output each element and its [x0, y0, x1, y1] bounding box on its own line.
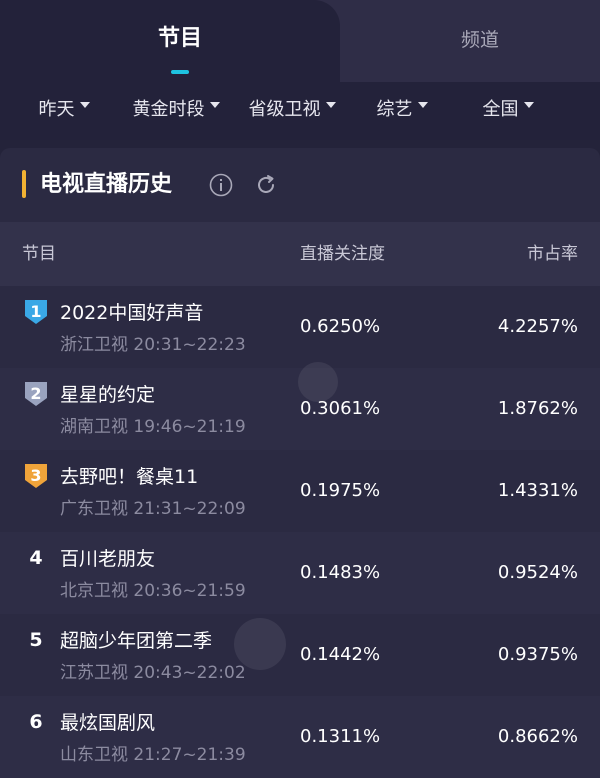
rank-2-badge-icon: 2	[25, 382, 47, 406]
filter-genre-label: 综艺	[376, 99, 413, 120]
rank-3-badge-icon: 3	[25, 464, 47, 488]
column-header-attention[interactable]: 直播关注度	[300, 222, 385, 286]
table-header: 节目 直播关注度 市占率	[0, 222, 600, 286]
attention-value: 0.3061%	[300, 398, 381, 419]
share-value: 1.8762%	[497, 398, 578, 419]
filter-timeslot-label: 黄金时段	[132, 99, 205, 120]
filter-timeslot-dropdown[interactable]: 黄金时段	[122, 82, 230, 134]
tab-channels-label: 频道	[460, 28, 499, 51]
attention-value: 0.1975%	[300, 480, 381, 501]
info-icon[interactable]	[209, 173, 233, 197]
active-tab-indicator	[171, 70, 189, 74]
caret-down-icon	[325, 102, 336, 108]
filter-bar: 昨天 黄金时段 省级卫视 综艺 全国	[0, 82, 600, 140]
program-name: 星星的约定	[60, 384, 156, 406]
share-value: 0.9524%	[497, 562, 578, 583]
column-header-share[interactable]: 市占率	[527, 222, 578, 286]
filter-channel-type-label: 省级卫视	[248, 99, 321, 120]
caret-down-icon	[417, 102, 428, 108]
attention-value: 0.1483%	[300, 562, 381, 583]
svg-text:3: 3	[30, 466, 41, 485]
program-name: 去野吧！餐桌11	[60, 466, 199, 488]
refresh-icon[interactable]	[254, 173, 278, 197]
program-name: 百川老朋友	[60, 548, 156, 570]
caret-down-icon	[523, 102, 534, 108]
tab-programs-label: 节目	[157, 26, 202, 51]
filter-region-dropdown[interactable]: 全国	[464, 82, 552, 134]
program-name: 2022中国好声音	[60, 302, 204, 324]
table-row[interactable]: 4 百川老朋友 北京卫视 20:36~21:59 0.1483% 0.9524%	[0, 532, 600, 614]
program-channel-time: 广东卫视 21:31~22:09	[60, 499, 246, 519]
table-row[interactable]: 3 去野吧！餐桌11 广东卫视 21:31~22:09 0.1975% 1.43…	[0, 450, 600, 532]
attention-value: 0.1311%	[300, 726, 381, 747]
share-value: 0.9375%	[497, 644, 578, 665]
attention-value: 0.6250%	[300, 316, 381, 337]
program-channel-time: 湖南卫视 19:46~21:19	[60, 417, 246, 437]
program-name: 超脑少年团第二季	[60, 630, 213, 652]
table-row[interactable]: 6 最炫国剧风 山东卫视 21:27~21:39 0.1311% 0.8662%	[0, 696, 600, 778]
program-channel-time: 浙江卫视 20:31~22:23	[60, 335, 246, 355]
section-header: 电视直播历史	[0, 148, 600, 222]
rank-1-badge-icon: 1	[25, 300, 47, 324]
table-body: 1 2022中国好声音 浙江卫视 20:31~22:23 0.6250% 4.2…	[0, 286, 600, 778]
filter-date-label: 昨天	[38, 99, 75, 120]
table-row[interactable]: 5 超脑少年团第二季 江苏卫视 20:43~22:02 0.1442% 0.93…	[0, 614, 600, 696]
filter-genre-dropdown[interactable]: 综艺	[360, 82, 444, 134]
attention-value: 0.1442%	[300, 644, 381, 665]
caret-down-icon	[79, 102, 90, 108]
share-value: 0.8662%	[497, 726, 578, 747]
share-value: 4.2257%	[497, 316, 578, 337]
rank-number: 6	[29, 711, 43, 733]
section-title: 电视直播历史	[40, 172, 173, 197]
filter-channel-type-dropdown[interactable]: 省级卫视	[238, 82, 346, 134]
filter-region-label: 全国	[482, 99, 519, 120]
svg-text:2: 2	[30, 384, 41, 403]
program-channel-time: 北京卫视 20:36~21:59	[60, 581, 246, 601]
caret-down-icon	[209, 102, 220, 108]
tab-channels[interactable]: 频道	[360, 0, 600, 82]
table-row[interactable]: 1 2022中国好声音 浙江卫视 20:31~22:23 0.6250% 4.2…	[0, 286, 600, 368]
table-row[interactable]: 2 星星的约定 湖南卫视 19:46~21:19 0.3061% 1.8762%	[0, 368, 600, 450]
page: 节目 频道 昨天 黄金时段 省级卫视 综艺 全国 电视直播历史 节目 直播关注度…	[0, 0, 600, 778]
section-accent-bar	[22, 170, 26, 198]
svg-text:1: 1	[30, 302, 41, 321]
program-channel-time: 山东卫视 21:27~21:39	[60, 745, 246, 765]
program-name: 最炫国剧风	[60, 712, 156, 734]
rank-number: 4	[29, 547, 43, 569]
filter-date-dropdown[interactable]: 昨天	[20, 82, 108, 134]
tab-bar: 节目 频道	[0, 0, 600, 82]
program-channel-time: 江苏卫视 20:43~22:02	[60, 663, 246, 683]
rank-number: 5	[29, 629, 43, 651]
share-value: 1.4331%	[497, 480, 578, 501]
column-header-program[interactable]: 节目	[22, 222, 56, 286]
